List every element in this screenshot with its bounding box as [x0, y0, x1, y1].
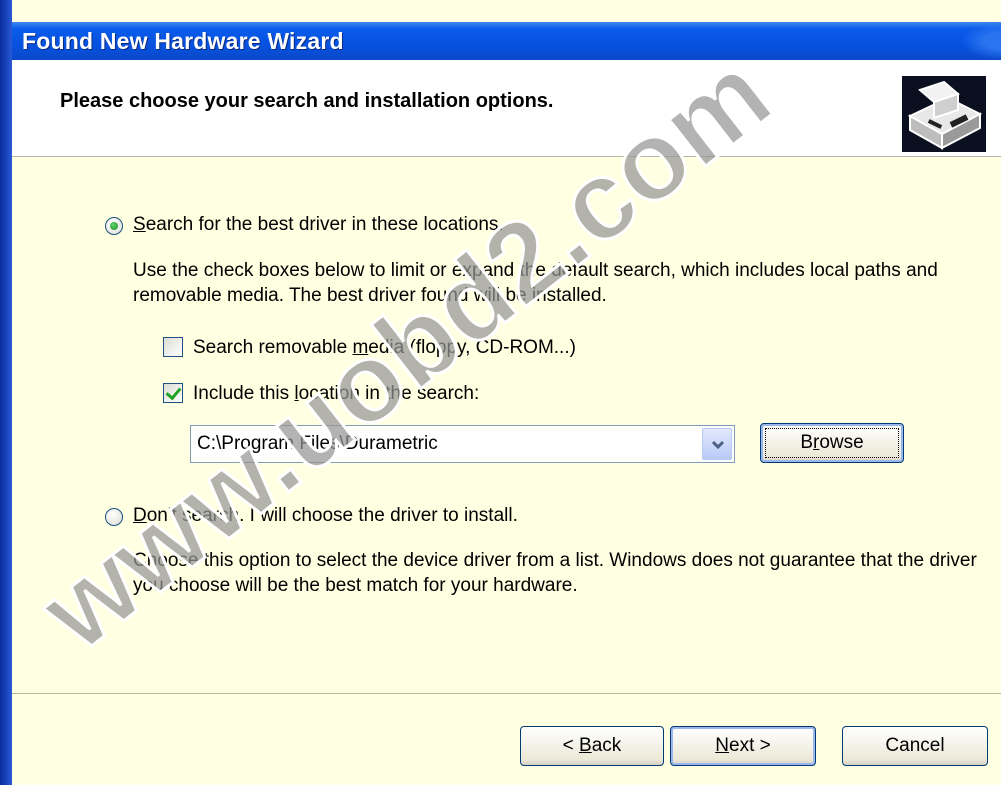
window-title: Found New Hardware Wizard [22, 28, 344, 54]
removable-media-checkbox[interactable] [163, 337, 183, 357]
wizard-footer: < Back Next > Cancel [12, 694, 1001, 785]
include-location-text-b: ocation in the search: [298, 383, 480, 404]
wizard-header: Please choose your search and installati… [12, 60, 1001, 157]
removable-media-mnemonic: m [352, 337, 369, 358]
wizard-content: Search for the best driver in these loca… [12, 157, 1001, 693]
next-button[interactable]: Next > [670, 726, 816, 766]
window-frame-left [0, 0, 12, 785]
browse-button[interactable]: Browse [760, 423, 904, 463]
include-location-text-a: Include this [193, 383, 295, 404]
include-location-checkbox[interactable] [163, 383, 183, 403]
back-text-a: < [562, 735, 580, 756]
hardware-install-icon [902, 76, 986, 152]
browse-focus-rect [765, 428, 899, 458]
search-option-description: Use the check boxes below to limit or ex… [133, 260, 938, 306]
next-text: ext > [729, 735, 771, 756]
location-value: C:\Program Files\Durametric [197, 433, 438, 454]
title-bar[interactable]: Found New Hardware Wizard [12, 22, 1001, 60]
wizard-window: Found New Hardware Wizard Please choose … [0, 0, 1001, 785]
cancel-button[interactable]: Cancel [842, 726, 988, 766]
removable-media-label[interactable]: Search removable media (floppy, CD-ROM..… [193, 337, 576, 359]
removable-media-text-b: edia (floppy, CD-ROM...) [368, 337, 576, 358]
removable-media-text-a: Search removable [193, 337, 353, 358]
dont-search-mnemonic: D [133, 505, 147, 526]
back-mnemonic: B [579, 735, 592, 756]
search-option-radio[interactable] [105, 217, 123, 235]
dont-search-option-description: Choose this option to select the device … [133, 550, 977, 596]
dont-search-option-radio[interactable] [105, 508, 123, 526]
title-bar-cap [961, 22, 1001, 60]
search-option-label[interactable]: Search for the best driver in these loca… [133, 214, 504, 236]
back-text-b: ack [591, 735, 622, 756]
back-button[interactable]: < Back [520, 726, 664, 766]
page-title: Please choose your search and installati… [60, 90, 554, 112]
search-option-text: earch for the best driver in these locat… [145, 214, 504, 235]
search-option-mnemonic: S [133, 214, 146, 235]
chevron-down-icon[interactable] [702, 428, 732, 460]
next-mnemonic: N [715, 735, 729, 756]
location-combobox[interactable]: C:\Program Files\Durametric [190, 425, 735, 463]
include-location-label[interactable]: Include this location in the search: [193, 383, 479, 405]
dont-search-option-label[interactable]: Don't search. I will choose the driver t… [133, 505, 518, 527]
dont-search-text: on't search. I will choose the driver to… [146, 505, 518, 526]
